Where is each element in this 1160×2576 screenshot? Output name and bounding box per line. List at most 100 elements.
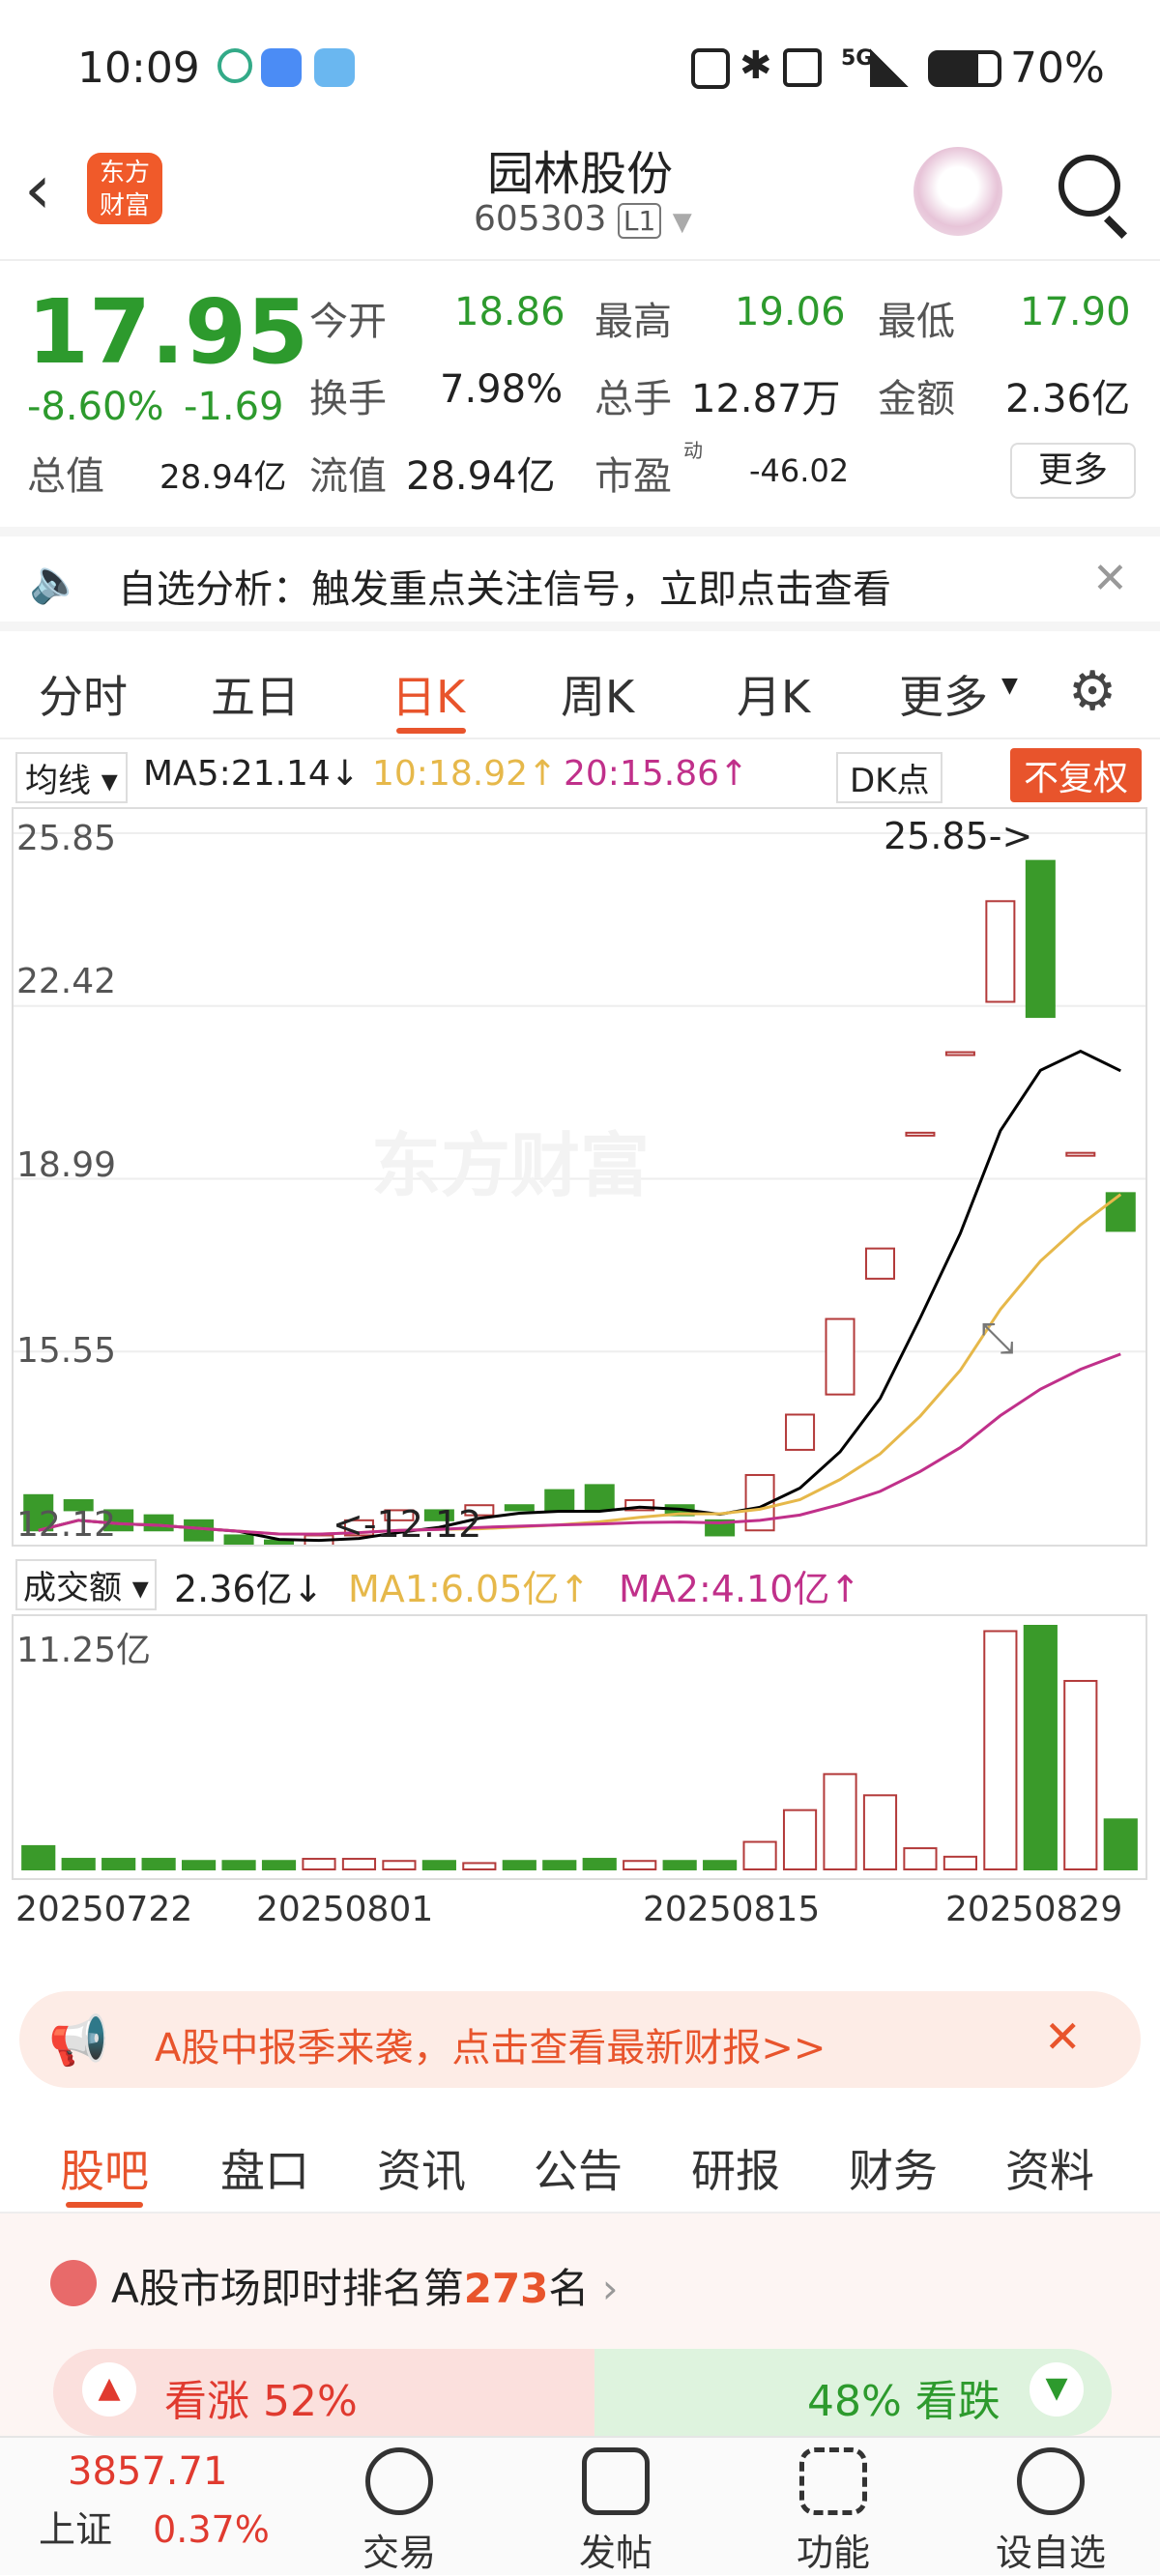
candle xyxy=(1105,1192,1136,1232)
tab-finance[interactable]: 财务 xyxy=(849,2136,938,2200)
tab-5day[interactable]: 五日 xyxy=(211,662,300,726)
vote-down-label: 48% 看跌 xyxy=(807,2377,1000,2426)
y-label-5: 12.12 xyxy=(16,1505,117,1545)
high-label: 最高 xyxy=(594,300,672,344)
volume-chart[interactable]: 11.25亿 xyxy=(12,1614,1147,1880)
info-tabs: 股吧 盘口 资讯 公告 研报 财务 资料 xyxy=(0,2107,1160,2214)
search-icon[interactable] xyxy=(1058,155,1120,217)
nav-functions[interactable]: 功能 xyxy=(770,2447,896,2576)
tab-minute[interactable]: 分时 xyxy=(39,662,128,726)
report-banner[interactable]: 📢 A股中报季来袭，点击查看最新财报>> ✕ xyxy=(19,1991,1141,2088)
quote-panel: 17.95 -8.60% -1.69 今开 18.86 最高 19.06 最低 … xyxy=(0,259,1160,520)
volume-bar xyxy=(1063,1679,1098,1871)
ranking-text[interactable]: A股市场即时排名第273名 › xyxy=(111,2256,619,2315)
price: 17.95 xyxy=(27,280,309,384)
volume-bar xyxy=(421,1860,456,1871)
turnover-label: 换手 xyxy=(309,377,387,421)
gear-icon[interactable]: ⚙ xyxy=(1068,660,1116,723)
tab-weekly-k[interactable]: 周K xyxy=(561,662,634,726)
weather-icon xyxy=(314,48,355,87)
date-label-2: 20250801 xyxy=(256,1890,434,1929)
robot-avatar-icon[interactable] xyxy=(914,147,1002,236)
candle xyxy=(1025,859,1056,1019)
candle xyxy=(143,1514,174,1532)
battery-icon xyxy=(928,50,1001,87)
tab-daily-k[interactable]: 日K xyxy=(392,662,465,726)
volume-bar xyxy=(141,1858,176,1870)
app-icon xyxy=(218,48,252,83)
volume-bar xyxy=(182,1860,217,1871)
edit-icon xyxy=(582,2447,650,2515)
more-dots-icon xyxy=(1017,2447,1085,2515)
volume-bar xyxy=(21,1844,56,1870)
volume-bar xyxy=(703,1860,738,1871)
tab-monthly-k[interactable]: 月K xyxy=(737,662,810,726)
tab-forum[interactable]: 股吧 xyxy=(60,2136,149,2200)
tab-more[interactable]: 更多 xyxy=(899,662,988,726)
date-label-4: 20250829 xyxy=(945,1890,1123,1929)
close-icon[interactable]: ✕ xyxy=(1044,2011,1082,2063)
nav-post[interactable]: 发帖 xyxy=(553,2447,679,2576)
turnover-value: 7.98% xyxy=(440,367,564,412)
close-icon[interactable]: ✕ xyxy=(1092,554,1128,603)
float-value: 28.94亿 xyxy=(406,454,556,499)
fullscreen-icon[interactable]: ⤡ xyxy=(980,1314,1014,1363)
index-name: 上证 xyxy=(39,2508,113,2551)
y-label-1: 25.85 xyxy=(16,819,117,858)
volume-current: 2.36亿↓ xyxy=(174,1568,324,1610)
stock-code: 605303 xyxy=(474,199,607,239)
tab-news[interactable]: 资讯 xyxy=(377,2136,466,2200)
vol-ma1: MA1:6.05亿↑ xyxy=(348,1568,591,1610)
volume-bar xyxy=(823,1773,857,1871)
index-widget[interactable]: 3857.71 上证 0.37% xyxy=(39,2449,270,2553)
open-label: 今开 xyxy=(309,300,387,344)
signal-banner[interactable]: 🔈 自选分析：触发重点关注信号，立即点击查看 ✕ xyxy=(0,527,1160,631)
y-label-4: 15.55 xyxy=(16,1331,117,1371)
nav-add-watchlist[interactable]: 设自选 xyxy=(988,2447,1114,2576)
vote-down-button[interactable]: 48% 看跌 ▼ xyxy=(594,2349,1112,2436)
volume-bar xyxy=(742,1840,777,1871)
nav-trade[interactable]: 交易 xyxy=(336,2447,462,2576)
low-note: <-12.12 xyxy=(333,1503,482,1546)
tab-research[interactable]: 研报 xyxy=(691,2136,780,2200)
y-label-3: 18.99 xyxy=(16,1145,117,1185)
volume-bar xyxy=(61,1858,96,1870)
low-value: 17.90 xyxy=(1020,290,1131,334)
volume-bar xyxy=(341,1858,377,1870)
bluetooth-icon: ✱ xyxy=(740,43,772,88)
yen-icon xyxy=(365,2447,433,2515)
tab-orderbook[interactable]: 盘口 xyxy=(220,2136,309,2200)
volume-max-label: 11.25亿 xyxy=(16,1631,152,1670)
ma-legend: 均线 ▾ MA5:21.14↓ 10:18.92↑ 20:15.86↑ DK点 … xyxy=(0,744,1160,803)
ma20-value: 20:15.86↑ xyxy=(564,754,749,794)
chart-tabs: 分时 五日 日K 周K 月K 更多 ▼ ⚙ xyxy=(0,633,1160,739)
candle xyxy=(223,1534,254,1547)
y-label-2: 22.42 xyxy=(16,962,117,1001)
stock-code-row: 605303 L1 ▼ xyxy=(474,199,692,239)
volume-bar xyxy=(983,1630,1018,1871)
volume-bar xyxy=(102,1858,136,1870)
tab-announcements[interactable]: 公告 xyxy=(534,2136,623,2200)
more-button[interactable]: 更多 xyxy=(1010,443,1136,499)
ma-selector[interactable]: 均线 ▾ xyxy=(15,752,128,803)
candle xyxy=(584,1484,615,1512)
volume-bar xyxy=(261,1860,297,1871)
open-value: 18.86 xyxy=(454,290,566,334)
pe-sup: 动 xyxy=(683,439,703,462)
level-badge: L1 xyxy=(617,203,662,239)
kline-chart[interactable]: 东方财富 25.85 22.42 18.99 15.55 12.12 25.85… xyxy=(12,807,1147,1552)
chevron-down-icon[interactable]: ▼ xyxy=(673,208,692,237)
ma-line xyxy=(38,1352,1121,1536)
volume-selector[interactable]: 成交额 ▾ xyxy=(15,1559,157,1610)
vibrate-icon xyxy=(783,48,822,87)
tab-profile[interactable]: 资料 xyxy=(1005,2136,1094,2200)
volume-bar xyxy=(662,1860,697,1871)
message-icon xyxy=(261,48,302,87)
signal-banner-text: 自选分析：触发重点关注信号，立即点击查看 xyxy=(118,567,891,612)
ranking-panel: A股市场即时排名第273名 › ▲ 看涨 52% 48% 看跌 ▼ xyxy=(0,2214,1160,2436)
adjust-button[interactable]: 不复权 xyxy=(1010,748,1143,802)
vote-up-button[interactable]: ▲ 看涨 52% xyxy=(53,2349,594,2436)
ma-line xyxy=(38,1193,1122,1536)
dk-point-button[interactable]: DK点 xyxy=(836,752,943,803)
candle xyxy=(825,1317,856,1396)
